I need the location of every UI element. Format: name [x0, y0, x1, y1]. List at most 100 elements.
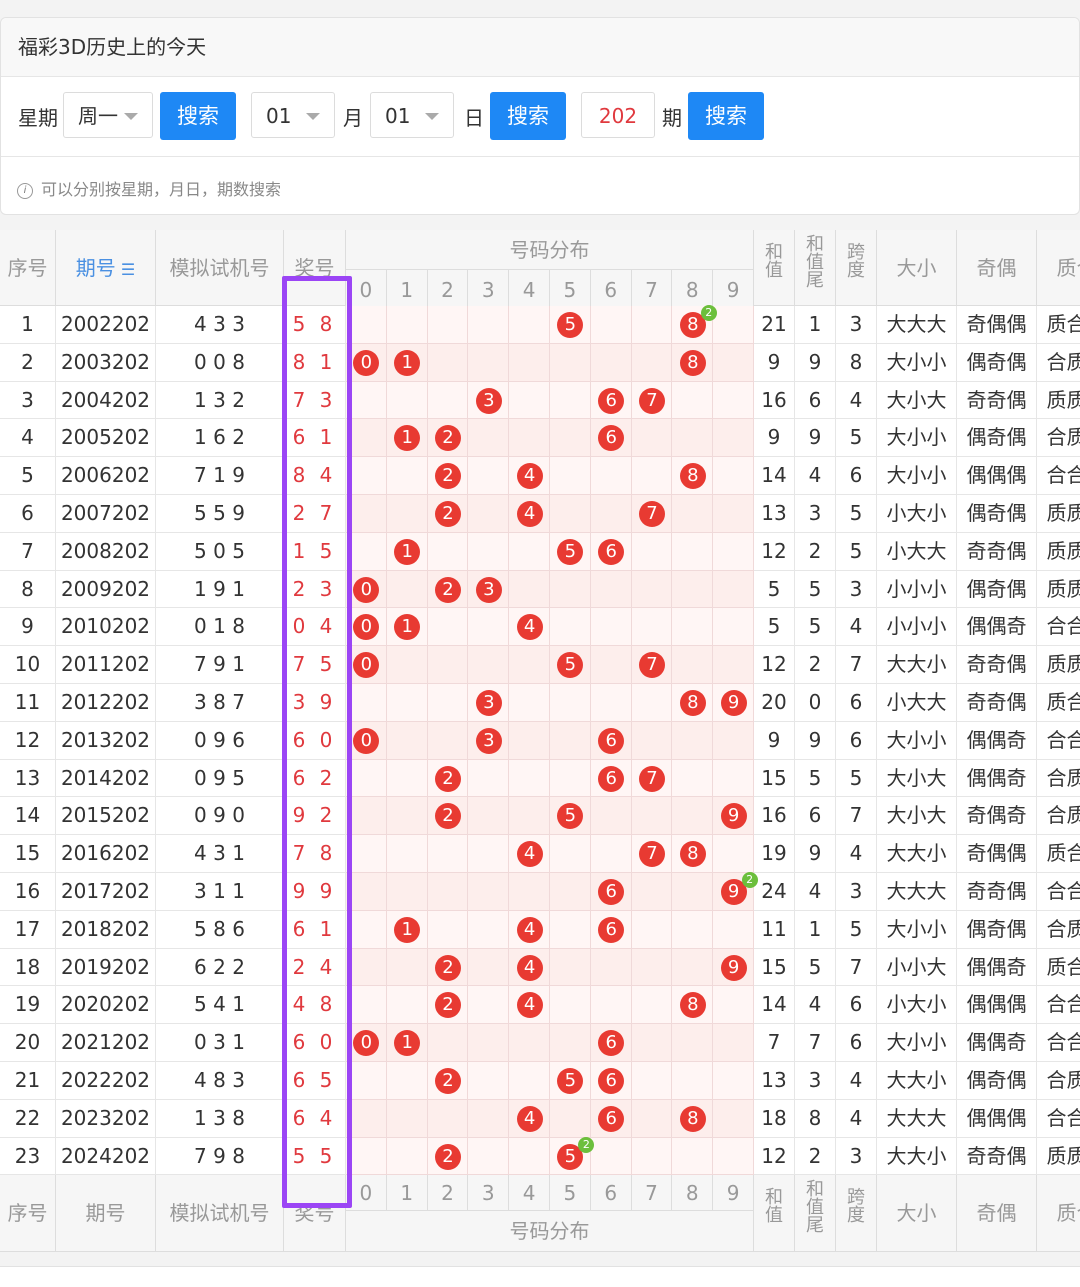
header-dist-title: 号码分布 — [346, 230, 754, 270]
cell-prime: 质质合 — [1037, 571, 1080, 609]
date-search-button[interactable]: 搜索 — [490, 92, 566, 140]
cell-sum_tail: 9 — [795, 835, 836, 873]
cell-prime-value: 质质合 — [1047, 388, 1080, 412]
cell-parity: 奇偶偶 — [957, 306, 1037, 344]
dist-cell — [509, 571, 550, 609]
cell-span: 6 — [836, 684, 877, 722]
cell-parity-value: 偶偶偶 — [967, 992, 1027, 1016]
cell-sum_tail-value: 1 — [809, 312, 822, 336]
cell-seq: 5 — [0, 457, 56, 495]
header-sum_tail-label: 和值尾 — [806, 236, 824, 290]
footer-sum-label: 和值 — [765, 1189, 783, 1225]
cell-sum_tail-value: 5 — [809, 614, 822, 638]
cell-seq: 4 — [0, 419, 56, 457]
cell-trial: 0 1 8 — [156, 608, 284, 646]
cell-prime-value: 质合合 — [1047, 841, 1080, 865]
cell-size: 大大大 — [877, 1100, 957, 1138]
header-parity-label: 奇偶 — [977, 256, 1017, 280]
cell-prime: 合质质 — [1037, 760, 1080, 798]
week-select[interactable]: 周一 — [63, 92, 153, 138]
footer-sum_tail: 和值尾 — [795, 1175, 836, 1252]
header-size-label: 大小 — [897, 256, 937, 280]
day-select[interactable]: 01 — [370, 92, 454, 138]
cell-span-value: 8 — [850, 350, 863, 374]
cell-sum-value: 14 — [761, 992, 786, 1016]
dist-cell — [468, 533, 509, 571]
dist-cell — [713, 911, 754, 949]
footer-dist-title: 号码分布 — [346, 1211, 754, 1252]
period-input[interactable]: 202 — [581, 92, 655, 138]
cell-seq-value: 19 — [15, 992, 40, 1016]
cell-size: 大小小 — [877, 1024, 957, 1062]
cell-size-value: 大小小 — [887, 1030, 947, 1054]
cell-trial: 0 3 1 — [156, 1024, 284, 1062]
period-search-button[interactable]: 搜索 — [688, 92, 764, 140]
cell-size-value: 大小大 — [887, 766, 947, 790]
dist-cell — [346, 835, 387, 873]
number-ball: 2 — [435, 577, 461, 603]
month-select[interactable]: 01 — [251, 92, 335, 138]
dist-cell — [428, 646, 469, 684]
header-prime-label: 质合 — [1057, 256, 1080, 280]
cell-period-value: 2022202 — [61, 1068, 150, 1092]
cell-size-value: 大大大 — [887, 1106, 947, 1130]
dist-cell — [591, 797, 632, 835]
dist-cell — [509, 1062, 550, 1100]
dist-cell — [428, 835, 469, 873]
header-span: 跨度 — [836, 230, 877, 306]
dist-cell — [387, 722, 428, 760]
cell-seq-value: 5 — [21, 463, 34, 487]
header-seq-label: 序号 — [8, 256, 48, 280]
footer-period-label: 期号 — [86, 1201, 126, 1225]
cell-trial-value: 3 8 7 — [194, 690, 245, 714]
dist-cell — [591, 306, 632, 344]
number-ball: 8 — [680, 1106, 706, 1132]
header-period-label: 期号 — [76, 256, 116, 280]
cell-seq: 20 — [0, 1024, 56, 1062]
cell-size: 小小大 — [877, 949, 957, 987]
cell-seq: 10 — [0, 646, 56, 684]
cell-parity-value: 奇奇偶 — [967, 690, 1027, 714]
number-ball: 8 — [680, 690, 706, 716]
cell-size: 大大小 — [877, 835, 957, 873]
cell-seq-value: 6 — [21, 501, 34, 525]
number-ball: 2 — [435, 1144, 461, 1170]
cell-span-value: 7 — [850, 955, 863, 979]
cell-prime-value: 质质合 — [1047, 577, 1080, 601]
dist-cell — [591, 986, 632, 1024]
dist-cell — [468, 1062, 509, 1100]
cell-trial: 0 9 6 — [156, 722, 284, 760]
repeat-count-badge: 2 — [701, 305, 717, 321]
cell-sum-value: 19 — [761, 841, 786, 865]
cell-sum-value: 12 — [761, 652, 786, 676]
cell-sum-value: 9 — [768, 350, 781, 374]
cell-sum_tail-value: 3 — [809, 501, 822, 525]
dist-cell — [509, 1138, 550, 1176]
cell-parity: 奇偶奇 — [957, 797, 1037, 835]
number-ball: 4 — [517, 463, 543, 489]
dist-cell — [387, 986, 428, 1024]
cell-parity: 偶偶奇 — [957, 1024, 1037, 1062]
cell-seq: 9 — [0, 608, 56, 646]
header-digit-label: 7 — [645, 278, 658, 302]
header-size: 大小 — [877, 230, 957, 306]
cell-sum_tail: 9 — [795, 344, 836, 382]
cell-size: 大小大 — [877, 382, 957, 420]
dist-cell — [713, 1100, 754, 1138]
month-select-value: 01 — [266, 104, 291, 128]
week-search-button[interactable]: 搜索 — [160, 92, 236, 140]
cell-parity: 奇奇偶 — [957, 382, 1037, 420]
sort-icon[interactable]: ☰ — [116, 260, 135, 279]
cell-parity-value: 奇偶奇 — [967, 803, 1027, 827]
dist-cell — [468, 1024, 509, 1062]
header-digit-label: 8 — [686, 278, 699, 302]
cell-period: 2003202 — [56, 344, 156, 382]
number-ball: 4 — [517, 1106, 543, 1132]
cell-seq: 1 — [0, 306, 56, 344]
cell-trial: 1 3 2 — [156, 382, 284, 420]
dist-cell — [428, 684, 469, 722]
footer-period: 期号 — [56, 1175, 156, 1252]
cell-size: 小大大 — [877, 533, 957, 571]
header-seq: 序号 — [0, 230, 56, 306]
header-period[interactable]: 期号 ☰ — [56, 230, 156, 306]
